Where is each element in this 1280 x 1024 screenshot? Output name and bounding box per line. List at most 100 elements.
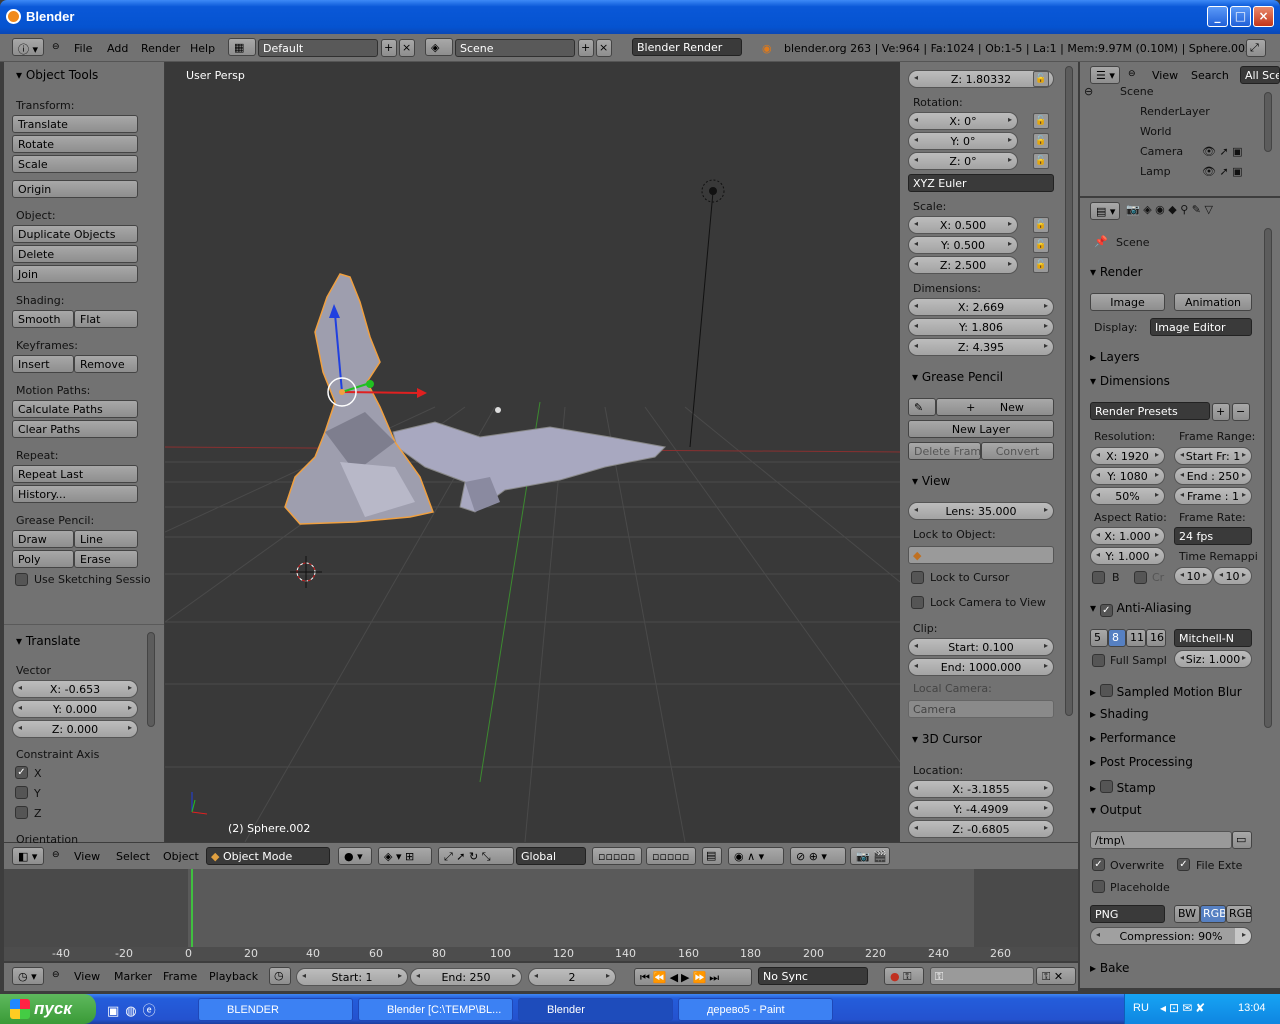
outliner-view-menu[interactable]: View xyxy=(1152,69,1178,82)
view-menu[interactable]: View xyxy=(74,850,100,863)
aa-filter-select[interactable]: Mitchell-N xyxy=(1174,629,1252,647)
clear-paths-button[interactable]: Clear Paths xyxy=(12,420,138,438)
lock-icon[interactable]: 🔓 xyxy=(1033,71,1049,87)
constraint-x-checkbox[interactable]: ✓ xyxy=(15,766,28,779)
maximize-button[interactable]: □ xyxy=(1230,6,1251,27)
vector-y-field[interactable]: Y: 0.000 xyxy=(12,700,138,718)
object-tools-header[interactable]: ▾ Object Tools xyxy=(16,68,98,82)
resolution-y-field[interactable]: Y: 1080 xyxy=(1090,467,1165,485)
smooth-button[interactable]: Smooth xyxy=(12,310,74,328)
sync-mode-select[interactable]: No Sync xyxy=(758,967,868,985)
render-animation-button[interactable]: Animation xyxy=(1174,293,1252,311)
motion-blur-checkbox[interactable] xyxy=(1099,684,1113,697)
output-panel-header[interactable]: ▾ Output xyxy=(1090,803,1142,817)
timeline[interactable]: -40 -20 0 20 40 60 80 100 120 140 160 18… xyxy=(4,869,1078,961)
remove-screen-icon[interactable]: × xyxy=(399,39,415,57)
filter-size-field[interactable]: Siz: 1.000 xyxy=(1174,650,1252,668)
snap-icons[interactable]: ⊘ ⊕ ▾ xyxy=(790,847,846,865)
frame-menu[interactable]: Frame xyxy=(163,970,197,983)
gizmo-x-axis[interactable] xyxy=(341,391,418,394)
flat-button[interactable]: Flat xyxy=(74,310,138,328)
grease-pencil-header[interactable]: ▾ Grease Pencil xyxy=(912,370,1003,384)
view-panel-header[interactable]: ▾ View xyxy=(912,474,950,488)
properties-tabs-icons[interactable]: 📷 ◈ ◉ ◆ ⚲ ✎ ▽ xyxy=(1126,203,1213,216)
gp-delete-frame-button[interactable]: Delete Frame xyxy=(908,442,981,460)
sidebar-scrollbar[interactable] xyxy=(1065,66,1073,716)
current-frame-marker[interactable] xyxy=(191,869,193,947)
rotation-x-field[interactable]: X: 0° xyxy=(908,112,1018,130)
performance-panel-header[interactable]: ▸ Performance xyxy=(1090,731,1176,745)
collapse-menu-icon[interactable]: ⊖ xyxy=(52,970,60,980)
crop-checkbox[interactable] xyxy=(1134,571,1147,584)
gp-new-button[interactable]: + New xyxy=(936,398,1054,416)
collapse-menu-icon[interactable]: ⊖ xyxy=(1128,69,1136,79)
lock-icon[interactable]: 🔓 xyxy=(1033,153,1049,169)
post-processing-header[interactable]: ▸ Post Processing xyxy=(1090,755,1193,769)
anti-aliasing-checkbox[interactable]: ✓ xyxy=(1099,604,1113,617)
aspect-y-field[interactable]: Y: 1.000 xyxy=(1090,547,1165,565)
display-select[interactable]: Image Editor xyxy=(1150,318,1252,336)
poly-button[interactable]: Poly xyxy=(12,550,74,568)
insert-keyframe-button[interactable]: Insert xyxy=(12,355,74,373)
menu-file[interactable]: File xyxy=(74,42,92,55)
constraint-z-checkbox[interactable] xyxy=(15,806,28,819)
add-preset-icon[interactable]: + xyxy=(1212,403,1230,421)
render-panel-header[interactable]: ▾ Render xyxy=(1090,265,1143,279)
end-frame-field[interactable]: End: 250 xyxy=(410,968,522,986)
info-editor-icon[interactable]: ⓘ ▾ xyxy=(12,38,44,56)
translate-operator-header[interactable]: ▾ Translate xyxy=(16,634,80,648)
fullscreen-icon[interactable]: ⤢ xyxy=(1246,39,1266,57)
layers-grid[interactable]: ▫▫▫▫▫ xyxy=(592,847,642,865)
origin-button[interactable]: Origin xyxy=(12,180,138,198)
outliner-lamp[interactable]: Lamp xyxy=(1140,165,1171,178)
aa-samples-16[interactable]: 16 xyxy=(1146,629,1166,647)
render-image-button[interactable]: Image xyxy=(1090,293,1165,311)
3d-viewport[interactable]: User Persp (2) Sphere.002 xyxy=(165,62,900,842)
manipulator-icons[interactable]: ⤢ ➚ ↻ ⤡ xyxy=(438,847,514,865)
folder-icon[interactable]: ▭ xyxy=(1232,831,1252,849)
language-indicator[interactable]: RU xyxy=(1133,1002,1149,1014)
collapse-menu-icon[interactable]: ⊖ xyxy=(52,850,60,860)
lens-field[interactable]: Lens: 35.000 xyxy=(908,502,1054,520)
bake-panel-header[interactable]: ▸ Bake xyxy=(1090,961,1129,975)
lock-cursor-checkbox[interactable] xyxy=(911,571,924,584)
render-engine-select[interactable]: Blender Render xyxy=(632,38,742,56)
lock-icon[interactable]: 🔓 xyxy=(1033,237,1049,253)
scale-z-field[interactable]: Z: 2.500 xyxy=(908,256,1018,274)
remove-scene-icon[interactable]: × xyxy=(596,39,612,57)
keyframe-insert-icons[interactable]: ⚿ ✕ xyxy=(1036,967,1076,985)
outliner-editor-icon[interactable]: ☰ ▾ xyxy=(1090,66,1120,84)
playback-menu[interactable]: Playback xyxy=(209,970,258,983)
properties-scrollbar[interactable] xyxy=(1264,228,1272,728)
marker-menu[interactable]: Marker xyxy=(114,970,152,983)
start-frame-field[interactable]: Start: 1 xyxy=(296,968,408,986)
playback-controls[interactable]: ⏮⏪◀▶⏩⏭ xyxy=(634,968,752,986)
rotation-mode-select[interactable]: XYZ Euler xyxy=(908,174,1054,192)
clip-end-field[interactable]: End: 1000.000 xyxy=(908,658,1054,676)
pencil-icon[interactable]: ✎ xyxy=(908,398,936,416)
erase-button[interactable]: Erase xyxy=(74,550,138,568)
task-blender-explorer[interactable]: Blender [C:\TEMP\BL... xyxy=(358,998,513,1021)
gp-convert-button[interactable]: Convert xyxy=(981,442,1054,460)
viewport-shading-select[interactable]: ● ▾ xyxy=(338,847,372,865)
screen-layout-icon[interactable]: ▦ xyxy=(228,38,256,56)
overwrite-checkbox[interactable]: ✓ xyxy=(1092,858,1105,871)
task-paint[interactable]: дерево5 - Paint xyxy=(678,998,833,1021)
task-blender-folder[interactable]: BLENDER xyxy=(198,998,353,1021)
color-bw-button[interactable]: BW xyxy=(1174,905,1200,923)
duplicate-objects-button[interactable]: Duplicate Objects xyxy=(12,225,138,243)
layers-panel-header[interactable]: ▸ Layers xyxy=(1090,350,1140,364)
gizmo-y-arrow-icon[interactable] xyxy=(366,380,374,388)
remove-preset-icon[interactable]: − xyxy=(1232,403,1250,421)
record-icon[interactable]: ● ⚿ xyxy=(884,967,924,985)
shading-panel-header[interactable]: ▸ Shading xyxy=(1090,707,1149,721)
render-presets-select[interactable]: Render Presets xyxy=(1090,402,1210,420)
stamp-panel-header[interactable]: ▸ Stamp xyxy=(1090,779,1156,795)
color-rgba-button[interactable]: RGB xyxy=(1226,905,1252,923)
lock-icon[interactable]: 🔓 xyxy=(1033,113,1049,129)
minimize-button[interactable]: _ xyxy=(1207,6,1228,27)
expand-icon[interactable]: ⊖ xyxy=(1084,85,1093,98)
menu-help[interactable]: Help xyxy=(190,42,215,55)
scale-x-field[interactable]: X: 0.500 xyxy=(908,216,1018,234)
time-remap-old-field[interactable]: 10 xyxy=(1174,567,1213,585)
